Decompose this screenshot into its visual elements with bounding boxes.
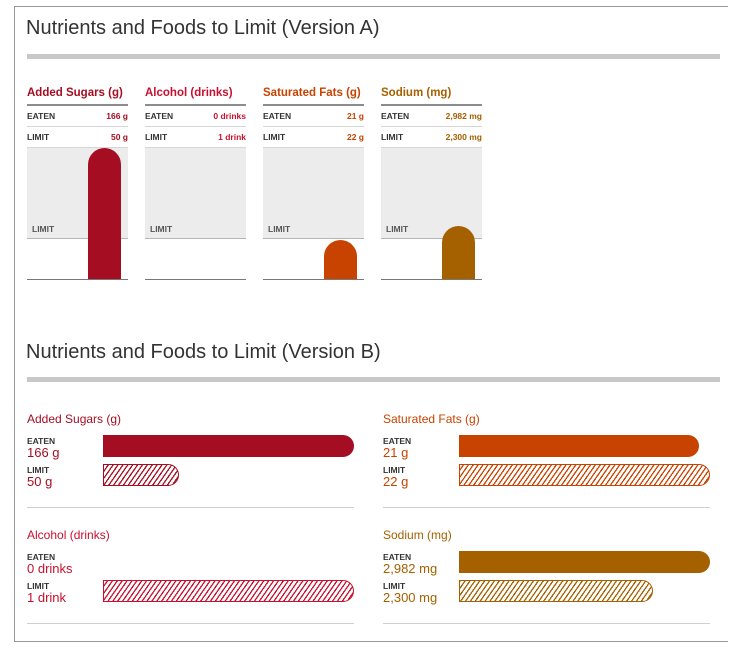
eaten-bar: [103, 435, 354, 457]
eaten-value: 0 drinks: [27, 561, 73, 576]
eaten-bar: [459, 551, 710, 573]
version-b-title: Nutrients and Foods to Limit (Version B): [26, 341, 381, 363]
column-a-2: Saturated Fats (g) EATEN 21 g LIMIT 22 g L…: [263, 86, 364, 280]
eaten-value: 166 g: [27, 445, 60, 460]
eaten-value: 2,982 mg: [445, 111, 482, 121]
version-a-rule: [27, 54, 720, 59]
separator: [383, 623, 710, 624]
nutrient-name: Saturated Fats (g): [383, 412, 480, 426]
separator: [383, 507, 710, 508]
block-b-0: Added Sugars (g) EATEN 166 g LIMIT 50 g: [27, 412, 354, 512]
column-a-3: Sodium (mg) EATEN 2,982 mg LIMIT 2,300 mg …: [381, 86, 482, 280]
eaten-value: 21 g: [346, 111, 364, 121]
column-a-0: Added Sugars (g) EATEN 166 g LIMIT 50 g LI…: [27, 86, 128, 280]
version-b-rule: [27, 377, 720, 382]
plot-area: LIMIT: [381, 148, 482, 280]
column-a-1: Alcohol (drinks) EATEN 0 drinks LIMIT 1 dr…: [145, 86, 246, 280]
limit-value: 1 drink: [218, 132, 246, 142]
eaten-bar: [459, 435, 699, 457]
eaten-label: EATEN: [145, 111, 174, 121]
limit-label: LIMIT: [263, 132, 286, 142]
plot-area: LIMIT: [145, 148, 246, 280]
plot-area: LIMIT: [263, 148, 364, 280]
eaten-value: 166 g: [106, 111, 128, 121]
nutrient-name: Sodium (mg): [383, 528, 452, 542]
limit-value: 50 g: [27, 474, 53, 489]
plot-area: LIMIT: [27, 148, 128, 280]
eaten-bar: [324, 239, 357, 279]
limit-bar: [459, 580, 653, 602]
limit-value: 22 g: [346, 132, 364, 142]
block-b-1: Saturated Fats (g) EATEN 21 g LIMIT 22 g: [383, 412, 710, 512]
eaten-row: EATEN 0 drinks: [145, 106, 246, 127]
limit-bar: [103, 580, 354, 602]
limit-label: LIMIT: [381, 132, 404, 142]
limit-row: LIMIT 1 drink: [145, 127, 246, 148]
eaten-bar: [442, 225, 475, 279]
eaten-label: EATEN: [263, 111, 292, 121]
nutrient-name: Alcohol (drinks): [145, 87, 233, 99]
separator: [27, 623, 354, 624]
eaten-value: 2,982 mg: [383, 561, 438, 576]
limit-value: 2,300 mg: [383, 590, 438, 605]
eaten-bar: [88, 148, 121, 279]
eaten-row: EATEN 166 g: [27, 106, 128, 127]
limit-bar: [103, 464, 179, 486]
limit-label: LIMIT: [27, 132, 50, 142]
limit-row: LIMIT 22 g: [263, 127, 364, 148]
eaten-label: EATEN: [381, 111, 410, 121]
limit-value: 22 g: [383, 474, 409, 489]
limit-value: 50 g: [110, 132, 128, 142]
eaten-row: EATEN 21 g: [263, 106, 364, 127]
version-a-title: Nutrients and Foods to Limit (Version A): [26, 17, 380, 39]
limit-line-label: LIMIT: [268, 224, 291, 234]
limit-line-label: LIMIT: [386, 224, 409, 234]
limit-bar: [459, 464, 710, 486]
nutrient-name: Added Sugars (g): [27, 412, 122, 426]
block-b-3: Sodium (mg) EATEN 2,982 mg LIMIT 2,300 m…: [383, 528, 710, 628]
eaten-value: 0 drinks: [213, 111, 246, 121]
limit-row: LIMIT 2,300 mg: [381, 127, 482, 148]
block-b-2: Alcohol (drinks) EATEN 0 drinks LIMIT 1 …: [27, 528, 354, 628]
eaten-row: EATEN 2,982 mg: [381, 106, 482, 127]
eaten-value: 21 g: [383, 445, 409, 460]
limit-line-label: LIMIT: [150, 224, 173, 234]
nutrient-name: Alcohol (drinks): [27, 528, 110, 542]
limit-row: LIMIT 50 g: [27, 127, 128, 148]
nutrient-name: Saturated Fats (g): [263, 87, 361, 99]
limit-value: 2,300 mg: [445, 132, 482, 142]
limit-label: LIMIT: [145, 132, 168, 142]
nutrient-name: Sodium (mg): [381, 87, 452, 99]
eaten-label: EATEN: [27, 111, 56, 121]
nutrient-name: Added Sugars (g): [27, 87, 123, 99]
limit-value: 1 drink: [27, 590, 67, 605]
limit-line-label: LIMIT: [32, 224, 55, 234]
separator: [27, 507, 354, 508]
